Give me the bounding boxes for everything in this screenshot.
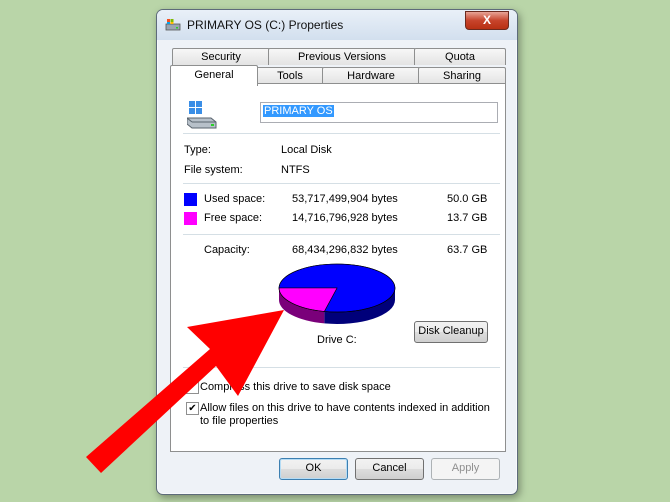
used-space-label: Used space: [204,193,266,205]
hard-drive-icon [187,101,217,129]
used-space-swatch [184,193,197,206]
drive-name-input[interactable]: PRIMARY OS [260,102,498,123]
index-checkbox[interactable]: ✔ [186,402,199,415]
apply-button: Apply [431,458,500,480]
capacity-gb: 63.7 GB [447,244,488,256]
free-space-label: Free space: [204,212,263,224]
tab-hardware[interactable]: Hardware [322,67,420,84]
free-space-bytes: 14,716,796,928 bytes [292,212,398,224]
free-space-swatch [184,212,197,225]
tab-sharing[interactable]: Sharing [418,67,506,84]
separator [183,183,500,184]
separator [183,367,500,368]
title-bar[interactable]: PRIMARY OS (C:) Properties X [157,10,517,40]
tab-security[interactable]: Security [172,48,270,65]
tab-previous-versions[interactable]: Previous Versions [268,48,416,65]
tab-quota[interactable]: Quota [414,48,506,65]
close-button[interactable]: X [465,11,509,30]
type-value: Local Disk [281,144,332,156]
drive-icon [165,19,181,31]
disk-usage-pie-chart [278,263,396,324]
free-space-gb: 13.7 GB [447,212,488,224]
cancel-button[interactable]: Cancel [355,458,424,480]
file-system-label: File system: [184,164,243,176]
general-tab-panel: PRIMARY OS Type: Local Disk File system:… [170,83,506,452]
disk-cleanup-button[interactable]: Disk Cleanup [414,321,488,343]
drive-label: Drive C: [317,334,357,346]
capacity-bytes: 68,434,296,832 bytes [292,244,398,256]
file-system-value: NTFS [281,164,310,176]
window-title: PRIMARY OS (C:) Properties [187,18,344,32]
index-label-line2[interactable]: to file properties [200,415,278,427]
used-space-bytes: 53,717,499,904 bytes [292,193,398,205]
separator [183,234,500,235]
used-space-gb: 50.0 GB [447,193,488,205]
compress-checkbox[interactable] [186,381,199,394]
tab-general[interactable]: General [170,65,258,86]
separator [183,133,500,134]
tab-tools[interactable]: Tools [256,67,324,84]
capacity-label: Capacity: [204,244,250,256]
close-icon: X [482,13,491,27]
type-label: Type: [184,144,211,156]
ok-button[interactable]: OK [279,458,348,480]
properties-window: PRIMARY OS (C:) Properties X Security Pr… [156,9,518,495]
compress-label[interactable]: Compress this drive to save disk space [200,381,391,393]
index-label-line1[interactable]: Allow files on this drive to have conten… [200,402,490,414]
drive-name-value: PRIMARY OS [263,105,334,117]
